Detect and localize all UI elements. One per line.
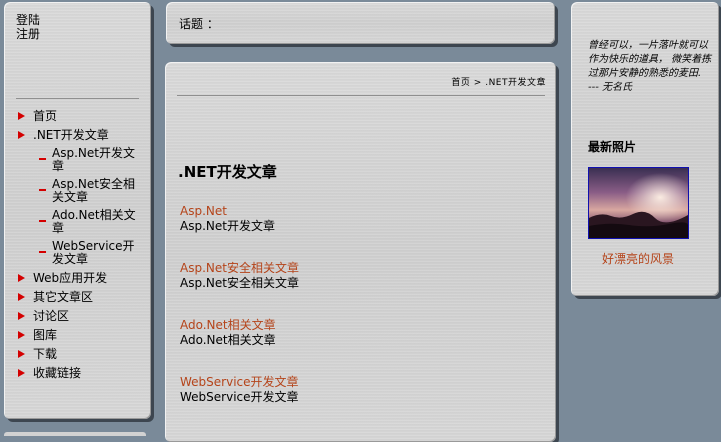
nav-item-downloads[interactable]: 下载 <box>18 347 146 361</box>
red-triangle-icon <box>18 112 25 120</box>
article-list: Asp.Net Asp.Net开发文章 Asp.Net安全相关文章 Asp.Ne… <box>180 204 299 432</box>
landscape-photo <box>589 168 688 238</box>
left-sidebar: 登陆 注册 首页 .NET开发文章 Asp.Net开发文章 Asp.Net安全相… <box>4 2 151 419</box>
nav-item-label: .NET开发文章 <box>33 128 109 142</box>
list-item: Asp.Net Asp.Net开发文章 <box>180 204 299 261</box>
article-description: WebService开发文章 <box>180 390 299 404</box>
nav-item-other-articles[interactable]: 其它文章区 <box>18 290 146 304</box>
nav-subitem-label: Ado.Net相关文章 <box>52 208 136 235</box>
article-description: Asp.Net安全相关文章 <box>180 276 299 290</box>
nav-subitem-label: Asp.Net安全相关文章 <box>52 177 135 204</box>
breadcrumb: 首页 > .NET开发文章 <box>451 75 546 88</box>
left-sidebar-lower-panel <box>4 432 146 436</box>
nav-item-label: 图库 <box>33 328 58 342</box>
red-dash-icon <box>39 189 46 191</box>
main-content: 首页 > .NET开发文章 .NET开发文章 Asp.Net Asp.Net开发… <box>165 62 556 442</box>
article-description: Ado.Net相关文章 <box>180 333 276 347</box>
sidebar-nav: 首页 .NET开发文章 Asp.Net开发文章 Asp.Net安全相关文章 Ad… <box>18 109 146 385</box>
red-triangle-icon <box>18 274 25 282</box>
nav-subitem-adonet[interactable]: Ado.Net相关文章 <box>18 209 146 235</box>
photo-caption-link[interactable]: 好漂亮的风景 <box>602 250 674 267</box>
quote-author: --- 无名氏 <box>588 82 633 93</box>
sidebar-divider <box>16 98 139 99</box>
nav-item-forum[interactable]: 讨论区 <box>18 309 146 323</box>
list-item: Asp.Net安全相关文章 Asp.Net安全相关文章 <box>180 261 299 318</box>
breadcrumb-current: .NET开发文章 <box>485 78 546 88</box>
breadcrumb-separator: > <box>473 78 482 88</box>
red-triangle-icon <box>18 312 25 320</box>
nav-subitem-aspnet[interactable]: Asp.Net开发文章 <box>18 147 146 173</box>
nav-item-home[interactable]: 首页 <box>18 109 146 123</box>
article-link[interactable]: Asp.Net <box>180 204 299 219</box>
nav-subitem-aspnet-security[interactable]: Asp.Net安全相关文章 <box>18 178 146 204</box>
nav-subitem-label: WebService开发文章 <box>52 239 135 266</box>
red-triangle-icon <box>18 293 25 301</box>
latest-photo-heading: 最新照片 <box>588 140 637 154</box>
nav-item-label: 下载 <box>33 347 58 361</box>
red-dash-icon <box>39 220 46 222</box>
red-triangle-icon <box>18 350 25 358</box>
article-link[interactable]: Asp.Net安全相关文章 <box>180 261 299 276</box>
article-link[interactable]: WebService开发文章 <box>180 375 299 390</box>
nav-item-label: 首页 <box>33 109 58 123</box>
nav-item-bookmarks[interactable]: 收藏链接 <box>18 366 146 380</box>
breadcrumb-divider <box>177 95 545 96</box>
topic-bar: 话题 ： <box>166 2 555 44</box>
breadcrumb-home-link[interactable]: 首页 <box>451 78 470 88</box>
latest-photo-thumbnail[interactable] <box>588 167 689 239</box>
nav-subitem-label: Asp.Net开发文章 <box>52 146 135 173</box>
right-sidebar: 曾经可以，一片落叶就可以作为快乐的道具， 微笑着拣过那片安静的熟悉的麦田. --… <box>571 2 719 296</box>
nav-item-dotnet-articles[interactable]: .NET开发文章 <box>18 128 146 142</box>
quote-text: 曾经可以，一片落叶就可以作为快乐的道具， 微笑着拣过那片安静的熟悉的麦田. <box>588 40 712 79</box>
auth-links: 登陆 注册 <box>16 13 40 41</box>
red-dash-icon <box>39 158 46 160</box>
red-dash-icon <box>39 251 46 253</box>
red-triangle-icon <box>18 369 25 377</box>
red-triangle-icon <box>18 331 25 339</box>
page-title: .NET开发文章 <box>178 163 277 181</box>
article-description: Asp.Net开发文章 <box>180 219 275 233</box>
nav-item-label: 收藏链接 <box>33 366 82 380</box>
register-link[interactable]: 注册 <box>16 27 40 41</box>
quote-block: 曾经可以，一片落叶就可以作为快乐的道具， 微笑着拣过那片安静的熟悉的麦田. --… <box>588 39 712 95</box>
nav-item-label: 其它文章区 <box>33 290 94 304</box>
nav-item-web-dev[interactable]: Web应用开发 <box>18 271 146 285</box>
article-link[interactable]: Ado.Net相关文章 <box>180 318 299 333</box>
topic-label: 话题 ： <box>179 17 219 31</box>
red-triangle-icon <box>18 131 25 139</box>
nav-item-label: Web应用开发 <box>33 271 108 285</box>
nav-item-label: 讨论区 <box>33 309 70 323</box>
nav-item-gallery[interactable]: 图库 <box>18 328 146 342</box>
login-link[interactable]: 登陆 <box>16 13 40 27</box>
list-item: Ado.Net相关文章 Ado.Net相关文章 <box>180 318 299 375</box>
nav-subitem-webservice[interactable]: WebService开发文章 <box>18 240 146 266</box>
list-item: WebService开发文章 WebService开发文章 <box>180 375 299 432</box>
